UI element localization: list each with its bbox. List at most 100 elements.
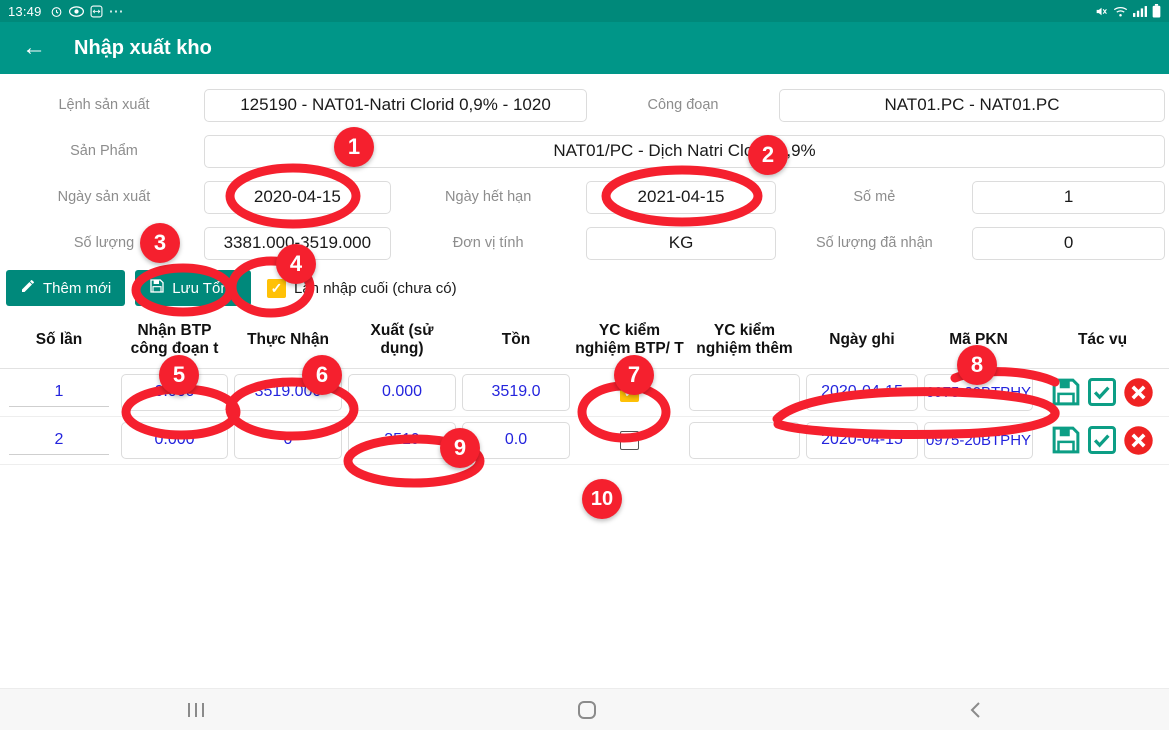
status-bar: 13:49 ⋯: [0, 0, 1169, 22]
xuat-input[interactable]: 0.000: [348, 373, 456, 411]
entries-table: Số lần Nhận BTP công đoạn t Thực Nhận Xu…: [0, 312, 1169, 465]
cell-ton: 0.0: [459, 416, 573, 465]
save-total-button[interactable]: Lưu Tổng: [135, 270, 251, 306]
home-icon[interactable]: [577, 700, 597, 720]
thuc-nhan-input[interactable]: 0: [234, 421, 342, 459]
nhan-btp-input[interactable]: 0.000: [121, 373, 228, 411]
header-nhan-btp: Nhận BTP công đoạn t: [118, 312, 231, 369]
production-form: Lệnh sản xuất 125190 - NAT01-Natri Clori…: [0, 74, 1169, 266]
wifi-icon: [1113, 5, 1128, 18]
yc-btp-checkbox[interactable]: ✓: [620, 382, 639, 402]
ma-pkn-input[interactable]: 0975-20BTPHY: [924, 373, 1033, 411]
yc-them-input[interactable]: [689, 421, 800, 459]
status-time: 13:49: [8, 3, 42, 19]
delete-icon[interactable]: [1123, 425, 1154, 456]
cell-ton: 3519.0: [459, 368, 573, 417]
table-row: 2 0.000 0 3519 0.0 2020-04-15 0975-20BTP…: [0, 416, 1169, 465]
so-luong-label: Số lượng: [73, 235, 135, 251]
cell-thuc-nhan: 3519.000: [231, 368, 345, 417]
recents-icon[interactable]: [185, 701, 207, 719]
san-pham-field[interactable]: NAT01/PC - Dịch Natri Clorid 0,9%: [204, 134, 1165, 168]
annotation-badge-10: 10: [582, 479, 622, 519]
ngay-san-xuat-field[interactable]: 2020-04-15: [204, 180, 391, 214]
so-lan-value[interactable]: 1: [9, 377, 109, 408]
save-icon: [149, 278, 165, 298]
ton-input[interactable]: 3519.0: [462, 373, 570, 411]
android-nav-bar: [0, 688, 1169, 730]
so-lan-value[interactable]: 2: [9, 425, 109, 456]
header-xuat: Xuất (sử dụng): [345, 312, 459, 369]
lenh-san-xuat-field[interactable]: 125190 - NAT01-Natri Clorid 0,9% - 1020: [204, 88, 587, 122]
nhan-btp-input[interactable]: 0.000: [121, 421, 228, 459]
add-new-button[interactable]: Thêm mới: [6, 270, 126, 306]
thuc-nhan-input[interactable]: 3519.000: [234, 373, 342, 411]
cell-nhan-btp: 0.000: [118, 368, 231, 417]
delete-icon[interactable]: [1123, 377, 1154, 408]
header-tac-vu: Tác vụ: [1036, 312, 1169, 369]
ma-pkn-input[interactable]: 0975-20BTPHY: [924, 421, 1033, 459]
ngay-ghi-input[interactable]: 2020-04-15: [806, 421, 918, 459]
cell-xuat: 0.000: [345, 368, 459, 417]
cell-xuat: 3519: [345, 416, 459, 465]
back-arrow-icon[interactable]: ←: [22, 36, 46, 60]
ngay-san-xuat-label: Ngày sản xuất: [57, 189, 151, 205]
lenh-san-xuat-label: Lệnh sản xuất: [58, 97, 150, 113]
ngay-het-han-field[interactable]: 2021-04-15: [585, 180, 777, 214]
save-total-label: Lưu Tổng: [172, 279, 237, 297]
so-me-field[interactable]: 1: [972, 180, 1165, 214]
ton-input[interactable]: 0.0: [462, 421, 570, 459]
edit-icon: [20, 278, 36, 298]
table-row: 1 0.000 3519.000 0.000 3519.0 ✓ 2020-04-…: [0, 368, 1169, 417]
last-entry-checkbox-group[interactable]: ✓ Lần nhập cuối (chưa có): [267, 278, 457, 298]
yc-them-input[interactable]: [689, 373, 800, 411]
form-row-san-pham: Sản Phẩm NAT01/PC - Dịch Natri Clorid 0,…: [4, 128, 1165, 174]
cell-yc-btp: [573, 416, 686, 465]
row-actions: [1039, 425, 1166, 456]
cell-ma-pkn: 0975-20BTPHY: [921, 416, 1036, 465]
last-entry-label: Lần nhập cuối (chưa có): [294, 279, 457, 297]
cell-yc-btp: ✓: [573, 368, 686, 417]
page-title: Nhập xuất kho: [74, 36, 212, 59]
cell-so-lan: 2: [0, 416, 118, 465]
form-row-so-luong: Số lượng 3381.000-3519.000 Đơn vị tính K…: [4, 220, 1165, 266]
so-luong-da-nhan-field[interactable]: 0: [972, 226, 1165, 260]
header-yc-kiem-nghiem-btp: YC kiểm nghiệm BTP/ T: [573, 312, 686, 369]
ngay-ghi-input[interactable]: 2020-04-15: [806, 373, 918, 411]
ngay-het-han-label: Ngày hết hạn: [445, 189, 532, 205]
back-icon[interactable]: [968, 700, 984, 720]
save-icon[interactable]: [1051, 425, 1081, 455]
table-header-row: Số lần Nhận BTP công đoạn t Thực Nhận Xu…: [0, 312, 1169, 369]
so-me-label: Số mẻ: [853, 189, 896, 205]
save-icon[interactable]: [1051, 377, 1081, 407]
header-yc-kiem-nghiem-them: YC kiểm nghiệm thêm: [686, 312, 803, 369]
yc-btp-checkbox[interactable]: [620, 430, 639, 450]
header-ma-pkn: Mã PKN: [921, 312, 1036, 369]
don-vi-tinh-label: Đơn vị tính: [452, 235, 524, 251]
xuat-input[interactable]: 3519: [348, 421, 456, 459]
cell-yc-them: [686, 368, 803, 417]
so-luong-da-nhan-label: Số lượng đã nhận: [815, 235, 933, 251]
confirm-icon[interactable]: [1087, 425, 1117, 455]
eye-icon: [68, 5, 84, 18]
so-luong-field[interactable]: 3381.000-3519.000: [204, 226, 391, 260]
more-icon: ⋯: [108, 3, 124, 20]
last-entry-checkbox[interactable]: ✓: [267, 278, 286, 298]
action-toolbar: Thêm mới Lưu Tổng ✓ Lần nhập cuối (chưa …: [0, 266, 1169, 312]
cell-tac-vu: [1036, 368, 1169, 417]
header-ton: Tồn: [459, 312, 573, 369]
mute-icon: [1094, 5, 1108, 18]
alarm-icon: [50, 5, 63, 18]
cell-yc-them: [686, 416, 803, 465]
battery-icon: [1152, 4, 1161, 18]
cell-tac-vu: [1036, 416, 1169, 465]
cong-doan-field[interactable]: NAT01.PC - NAT01.PC: [779, 88, 1165, 122]
header-ngay-ghi: Ngày ghi: [803, 312, 921, 369]
cell-ngay-ghi: 2020-04-15: [803, 416, 921, 465]
screenshot-icon: [90, 5, 103, 18]
signal-icon: [1133, 5, 1147, 18]
don-vi-tinh-field[interactable]: KG: [585, 226, 777, 260]
row-actions: [1039, 377, 1166, 408]
san-pham-label: Sản Phẩm: [70, 143, 138, 159]
form-row-lenh-san-xuat: Lệnh sản xuất 125190 - NAT01-Natri Clori…: [4, 82, 1165, 128]
confirm-icon[interactable]: [1087, 377, 1117, 407]
